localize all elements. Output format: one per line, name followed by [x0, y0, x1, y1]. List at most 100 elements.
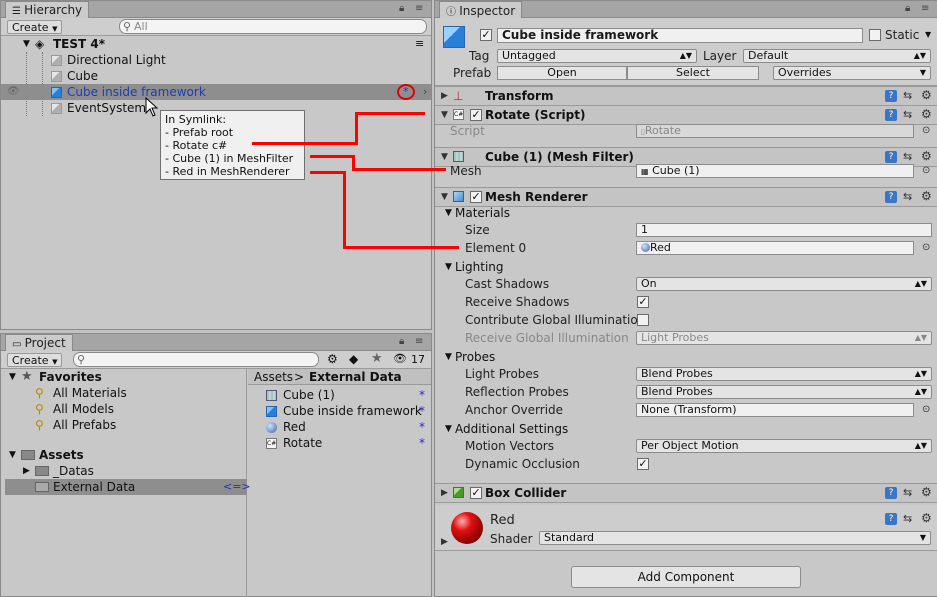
collapse-arrow-icon[interactable]: ▶	[441, 91, 448, 101]
size-field[interactable]: 1	[636, 223, 932, 237]
project-create-button[interactable]: Create ▼	[7, 353, 63, 367]
prefab-select-button[interactable]: Select	[627, 66, 759, 80]
help-icon[interactable]: ?	[885, 191, 897, 203]
mesh-field[interactable]: ▦ Cube (1)	[636, 164, 914, 178]
expand-arrow-icon[interactable]: ▼	[23, 36, 30, 52]
layer-dropdown[interactable]: Default ▲▼	[743, 49, 931, 63]
scene-row[interactable]: ▼ ◈ TEST 4* ≡	[1, 36, 431, 52]
favorite-all-models[interactable]: ⚲ All Models	[1, 401, 247, 417]
object-name-field[interactable]: Cube inside framework	[497, 28, 863, 43]
scene-menu-icon[interactable]: ≡	[415, 36, 424, 52]
gear-icon[interactable]: ⚙	[921, 88, 932, 102]
presets-icon[interactable]: ⇆	[903, 512, 912, 525]
favorite-all-prefabs[interactable]: ⚲ All Prefabs	[1, 417, 247, 433]
box-collider-enabled-checkbox[interactable]: ✓	[470, 487, 482, 499]
asset-cube-inside-framework[interactable]: Cube inside framework *	[248, 403, 431, 419]
contribute-gi-checkbox[interactable]	[637, 314, 649, 326]
tab-inspector[interactable]: ⓘ Inspector	[439, 1, 523, 18]
presets-icon[interactable]: ⇆	[903, 486, 912, 499]
reflection-probes-dropdown[interactable]: Blend Probes ▲▼	[636, 385, 932, 399]
gear-icon[interactable]: ⚙	[921, 107, 932, 121]
shader-dropdown[interactable]: Standard ▼	[539, 531, 931, 545]
asset-rotate[interactable]: C# Rotate *	[248, 435, 431, 451]
expand-arrow-icon[interactable]: ▶	[23, 463, 30, 479]
favorite-all-materials[interactable]: ⚲ All Materials	[1, 385, 247, 401]
additional-settings-foldout[interactable]: ▼ Additional Settings	[435, 421, 937, 437]
tab-project[interactable]: ▭ Project	[5, 334, 73, 351]
hierarchy-item-cube[interactable]: Cube	[1, 68, 431, 84]
presets-icon[interactable]: ⇆	[903, 108, 912, 121]
expand-arrow-icon[interactable]: ▼	[9, 369, 16, 385]
presets-icon[interactable]: ⇆	[903, 89, 912, 102]
gear-icon[interactable]: ⚙	[921, 149, 932, 163]
hidden-packages-icon[interactable]: 👁︎	[393, 352, 407, 365]
expand-arrow-icon[interactable]: ▼	[445, 205, 452, 221]
lock-icon[interactable]: 🔒︎	[905, 3, 910, 14]
lighting-foldout[interactable]: ▼ Lighting	[435, 259, 937, 275]
light-probes-dropdown[interactable]: Blend Probes ▲▼	[636, 367, 932, 381]
help-icon[interactable]: ?	[885, 151, 897, 163]
chevron-right-icon[interactable]: ›	[423, 84, 427, 100]
folder-external-data[interactable]: External Data <=>	[5, 479, 251, 495]
asset-cube-1[interactable]: Cube (1) *	[248, 387, 431, 403]
element-0-field[interactable]: Red	[636, 241, 914, 255]
probes-foldout[interactable]: ▼ Probes	[435, 349, 937, 365]
expand-arrow-icon[interactable]: ▼	[441, 152, 448, 162]
search-by-type-icon[interactable]: ⚙	[327, 352, 338, 366]
help-icon[interactable]: ?	[885, 109, 897, 121]
presets-icon[interactable]: ⇆	[903, 190, 912, 203]
visibility-eye-icon[interactable]: 👁︎	[7, 84, 20, 100]
expand-arrow-icon[interactable]: ▼	[445, 349, 452, 365]
search-by-label-icon[interactable]: ◆	[349, 352, 358, 366]
folder-datas[interactable]: ▶ _Datas	[1, 463, 247, 479]
tab-hierarchy[interactable]: ☰ Hierarchy	[5, 1, 90, 18]
add-component-button[interactable]: Add Component	[571, 566, 801, 588]
lock-icon[interactable]: 🔒︎	[399, 3, 404, 14]
expand-arrow-icon[interactable]: ▼	[9, 447, 16, 463]
cast-shadows-dropdown[interactable]: On ▲▼	[636, 277, 932, 291]
presets-icon[interactable]: ⇆	[903, 150, 912, 163]
gear-icon[interactable]: ⚙	[921, 189, 932, 203]
breadcrumb-assets[interactable]: Assets	[254, 369, 293, 385]
collapse-arrow-icon[interactable]: ▶	[441, 488, 448, 498]
panel-menu-icon[interactable]: ≡	[415, 336, 423, 347]
gear-icon[interactable]: ⚙	[921, 511, 932, 525]
rotate-component-header[interactable]: ▼ C# ✓ Rotate (Script) ? ⇆ ⚙	[435, 105, 937, 125]
expand-arrow-icon[interactable]: ▼	[445, 259, 452, 275]
rotate-enabled-checkbox[interactable]: ✓	[470, 109, 482, 121]
motion-vectors-dropdown[interactable]: Per Object Motion ▲▼	[636, 439, 932, 453]
help-icon[interactable]: ?	[885, 487, 897, 499]
static-dropdown-icon[interactable]: ▼	[925, 30, 931, 39]
hierarchy-item-directional-light[interactable]: Directional Light	[1, 52, 431, 68]
asset-red[interactable]: Red *	[248, 419, 431, 435]
breadcrumb-current[interactable]: External Data	[309, 369, 402, 385]
hierarchy-search-input[interactable]: ⚲ All	[119, 19, 427, 34]
help-icon[interactable]: ?	[885, 90, 897, 102]
expand-arrow-icon[interactable]: ▼	[445, 421, 452, 437]
hierarchy-item-cube-inside-framework[interactable]: 👁︎ Cube inside framework * ›	[1, 84, 431, 100]
project-search-input[interactable]: ⚲	[73, 352, 319, 367]
prefab-open-button[interactable]: Open	[497, 66, 627, 80]
help-icon[interactable]: ?	[885, 513, 897, 525]
dynamic-occlusion-checkbox[interactable]: ✓	[637, 458, 649, 470]
object-picker-icon[interactable]: ⊙	[922, 404, 930, 415]
active-checkbox[interactable]: ✓	[480, 29, 492, 41]
materials-foldout[interactable]: ▼ Materials	[435, 205, 937, 221]
receive-shadows-checkbox[interactable]: ✓	[637, 296, 649, 308]
favorites-row[interactable]: ▼ ★ Favorites	[1, 369, 247, 385]
anchor-override-field[interactable]: None (Transform)	[636, 403, 914, 417]
expand-arrow-icon[interactable]: ▼	[441, 110, 448, 120]
gear-icon[interactable]: ⚙	[921, 485, 932, 499]
expand-arrow-icon[interactable]: ▶	[441, 537, 448, 547]
assets-row[interactable]: ▼ Assets	[1, 447, 247, 463]
mesh-renderer-component-header[interactable]: ▼ ✓ Mesh Renderer ? ⇆ ⚙	[435, 187, 937, 207]
panel-menu-icon[interactable]: ≡	[921, 3, 929, 14]
favorite-star-icon[interactable]: ★	[371, 351, 383, 366]
prefab-overrides-dropdown[interactable]: Overrides ▼	[773, 66, 931, 80]
transform-component-header[interactable]: ▶ ⊥ Transform ? ⇆ ⚙	[435, 86, 937, 106]
expand-arrow-icon[interactable]: ▼	[441, 192, 448, 202]
lock-icon[interactable]: 🔒︎	[399, 336, 404, 347]
mesh-renderer-enabled-checkbox[interactable]: ✓	[470, 191, 482, 203]
box-collider-component-header[interactable]: ▶ ✓ Box Collider ? ⇆ ⚙	[435, 483, 937, 503]
static-checkbox[interactable]	[869, 29, 881, 41]
